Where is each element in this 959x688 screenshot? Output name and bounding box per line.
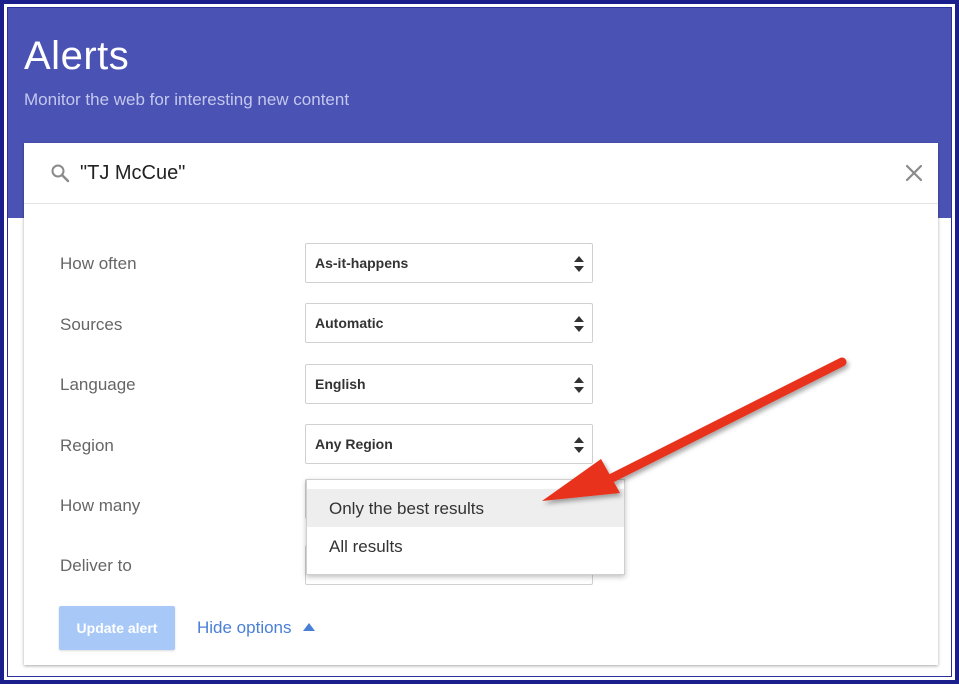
dropdown-option-all-results[interactable]: All results xyxy=(307,527,624,565)
hide-options-link[interactable]: Hide options xyxy=(197,618,292,638)
how-often-value: As-it-happens xyxy=(315,255,409,271)
outer-frame: Alerts Monitor the web for interesting n… xyxy=(0,0,959,684)
how-many-dropdown: Only the best results All results xyxy=(306,479,625,575)
search-input[interactable] xyxy=(80,155,840,191)
how-often-label: How often xyxy=(60,254,137,273)
search-icon xyxy=(51,164,70,183)
search-bar xyxy=(24,143,938,204)
region-label: Region xyxy=(60,436,114,455)
page-subtitle: Monitor the web for interesting new cont… xyxy=(24,90,350,109)
caret-up-icon[interactable] xyxy=(303,623,315,631)
alert-card: How often As-it-happens Sources Automati… xyxy=(24,143,938,665)
language-label: Language xyxy=(60,375,136,394)
update-alert-button[interactable]: Update alert xyxy=(59,606,175,650)
how-often-select[interactable]: As-it-happens xyxy=(305,243,593,283)
select-arrows-icon xyxy=(574,377,584,393)
region-value: Any Region xyxy=(315,436,393,452)
page-title: Alerts xyxy=(24,34,130,78)
select-arrows-icon xyxy=(574,256,584,272)
deliver-to-label: Deliver to xyxy=(60,556,132,575)
how-many-label: How many xyxy=(60,496,141,515)
dropdown-option-best-results[interactable]: Only the best results xyxy=(307,489,624,527)
window: Alerts Monitor the web for interesting n… xyxy=(7,7,952,677)
select-arrows-icon xyxy=(574,437,584,453)
select-arrows-icon xyxy=(574,316,584,332)
sources-value: Automatic xyxy=(315,315,384,331)
sources-select[interactable]: Automatic xyxy=(305,303,593,343)
close-icon[interactable] xyxy=(904,163,924,183)
language-select[interactable]: English xyxy=(305,364,593,404)
region-select[interactable]: Any Region xyxy=(305,424,593,464)
language-value: English xyxy=(315,376,366,392)
sources-label: Sources xyxy=(60,315,123,334)
